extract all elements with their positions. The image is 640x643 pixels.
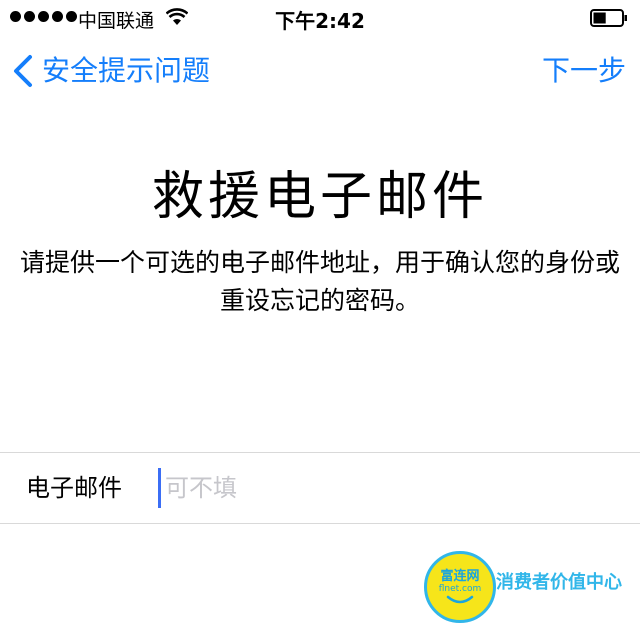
smile-icon [446, 595, 474, 604]
form-divider-top [0, 452, 640, 453]
watermark-logo: 富连网 flnet.com [424, 551, 496, 623]
chevron-left-icon [14, 55, 32, 87]
form-divider-bottom [0, 523, 640, 524]
watermark-slogan: 消费者价值中心 [496, 572, 622, 593]
back-button[interactable]: 安全提示问题 [12, 54, 210, 88]
email-field-label: 电子邮件 [26, 474, 122, 502]
next-button[interactable]: 下一步 [542, 54, 626, 88]
email-input[interactable] [158, 468, 605, 508]
page-description: 请提供一个可选的电子邮件地址，用于确认您的身份或重设忘记的密码。 [20, 248, 621, 315]
back-button-label: 安全提示问题 [42, 54, 211, 87]
battery-icon [590, 9, 627, 27]
page-title: 救援电子邮件 [151, 167, 488, 227]
status-time: 下午2:42 [275, 9, 365, 33]
watermark-domain: flnet.com [438, 584, 482, 594]
status-bar: 中国联通 下午2:42 [0, 0, 640, 36]
watermark-brand: 富连网 [440, 569, 480, 584]
